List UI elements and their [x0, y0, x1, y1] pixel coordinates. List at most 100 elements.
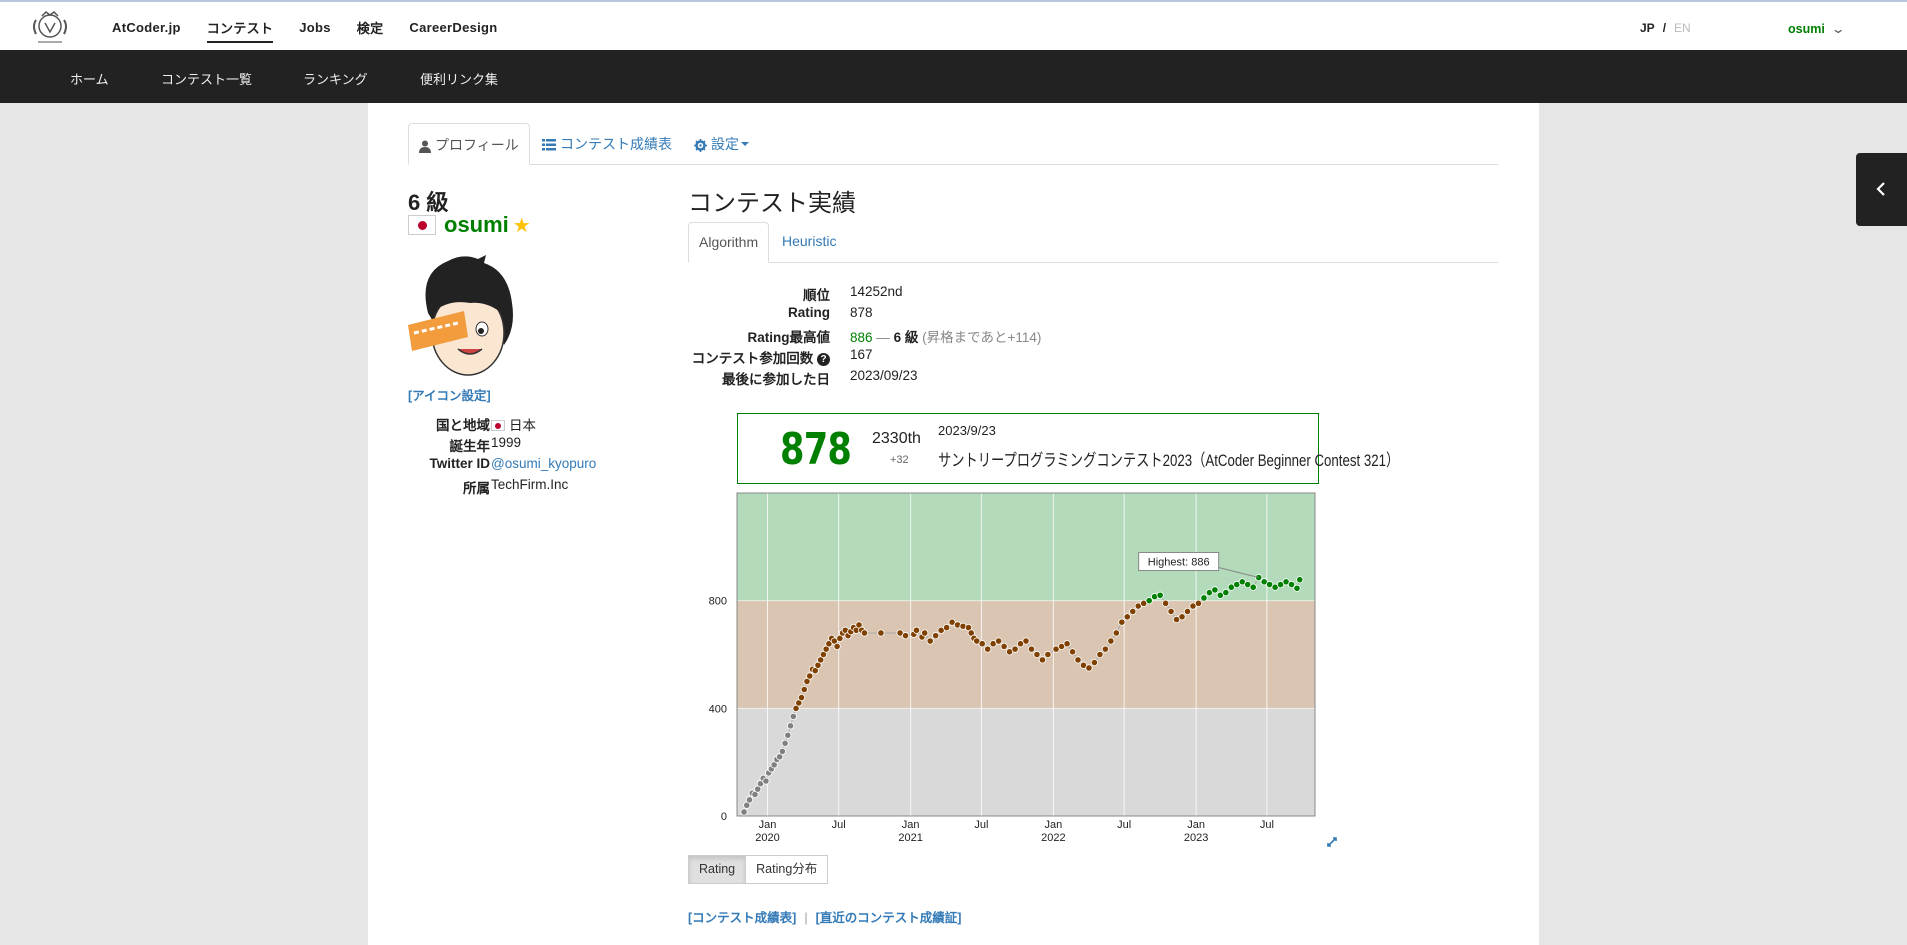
rating-point[interactable]: [1178, 613, 1186, 621]
rating-point[interactable]: [781, 739, 789, 747]
rating-point[interactable]: [1167, 607, 1175, 616]
rating-point[interactable]: [1118, 618, 1126, 626]
x-tick-month: Jul: [974, 819, 988, 831]
rating-point[interactable]: [1129, 607, 1137, 616]
rating-point[interactable]: [1027, 645, 1036, 653]
rating-point[interactable]: [1249, 583, 1257, 591]
username[interactable]: osumi: [444, 212, 509, 238]
rating-point[interactable]: [1000, 642, 1008, 651]
rating-point[interactable]: [1293, 584, 1301, 592]
rating-point[interactable]: [762, 777, 770, 785]
nav-contest[interactable]: コンテスト: [206, 18, 274, 43]
subnav-ranking[interactable]: ランキング: [303, 69, 368, 88]
rating-point[interactable]: [943, 623, 951, 632]
profile-affiliation-label: 所属: [463, 481, 490, 496]
nav-jobs[interactable]: Jobs: [299, 20, 331, 35]
profile-twitter-link[interactable]: @osumi_kyopuro: [491, 456, 596, 471]
subnav-useful-links[interactable]: 便利リンク集: [420, 69, 498, 88]
lang-en[interactable]: EN: [1674, 21, 1691, 35]
rating-point[interactable]: [860, 629, 869, 637]
stats-count-label: コンテスト参加回数: [691, 351, 814, 366]
rating-point[interactable]: [1011, 645, 1019, 653]
rating-point[interactable]: [932, 632, 940, 640]
rating-point[interactable]: [1112, 629, 1120, 637]
rating-point[interactable]: [1145, 597, 1153, 605]
rating-point[interactable]: [797, 693, 806, 702]
rating-point[interactable]: [1022, 637, 1030, 645]
rating-point[interactable]: [786, 722, 795, 730]
rating-point[interactable]: [1063, 640, 1071, 648]
rating-point[interactable]: [1194, 599, 1203, 607]
rating-chart[interactable]: Jan2020Jul Jan2021Jul Jan2022Jul Jan2023Jul…: [688, 490, 1348, 850]
rating-point[interactable]: [1183, 607, 1192, 616]
tab-algorithm[interactable]: Algorithm: [688, 222, 770, 263]
recent-certificate-link[interactable]: [直近のコンテスト成績証]: [816, 911, 962, 925]
rating-point[interactable]: [1085, 664, 1093, 672]
question-circle-icon[interactable]: ?: [817, 353, 830, 366]
rating-point[interactable]: [833, 642, 841, 651]
rating-point[interactable]: [1123, 613, 1131, 621]
rating-point[interactable]: [912, 626, 921, 634]
rating-point[interactable]: [789, 712, 797, 721]
x-tick-year: 2023: [1184, 832, 1208, 844]
tab-profile[interactable]: プロフィール: [408, 123, 530, 165]
icon-setting-link[interactable]: [アイコン設定]: [408, 385, 491, 404]
rating-point[interactable]: [1074, 656, 1082, 664]
rating-point[interactable]: [806, 672, 814, 680]
rating-point[interactable]: [1222, 588, 1230, 597]
chart-rating-button[interactable]: Rating: [688, 855, 747, 884]
tab-heuristic[interactable]: Heuristic: [772, 222, 846, 263]
tab-settings[interactable]: 設定: [684, 123, 760, 165]
rating-point[interactable]: [1090, 658, 1099, 667]
star-icon: ★: [512, 214, 531, 237]
rating-point[interactable]: [984, 645, 992, 653]
x-tick-month: Jan: [1187, 819, 1205, 831]
rating-point[interactable]: [740, 808, 748, 816]
rating-point[interactable]: [784, 731, 792, 739]
latest-rating: 878: [780, 424, 852, 475]
rating-point[interactable]: [1038, 656, 1047, 664]
rating-point[interactable]: [800, 685, 808, 694]
japan-flag-icon: [491, 420, 505, 431]
rating-point[interactable]: [1211, 586, 1219, 594]
profile-country-value: 日本: [491, 414, 536, 434]
nav-careerdesign[interactable]: CareerDesign: [409, 20, 497, 35]
footer-links: [コンテスト成績表] | [直近のコンテスト成績証]: [688, 907, 961, 926]
rating-point[interactable]: [1296, 576, 1304, 584]
lang-jp[interactable]: JP: [1640, 21, 1655, 35]
tab-contest-history[interactable]: コンテスト成績表: [532, 123, 682, 165]
top-nav: AtCoder.jp コンテスト Jobs 検定 CareerDesign: [112, 2, 524, 52]
atcoder-logo[interactable]: [28, 8, 72, 48]
rating-point[interactable]: [1162, 599, 1170, 607]
stats-rank-value: 14252nd: [850, 284, 903, 299]
side-panel-toggle[interactable]: [1856, 153, 1907, 226]
rating-point[interactable]: [1068, 648, 1077, 656]
chart-distribution-button[interactable]: Rating分布: [746, 855, 829, 884]
rating-point[interactable]: [778, 747, 786, 755]
rating-point[interactable]: [995, 637, 1003, 645]
contest-history-link[interactable]: [コンテスト成績表]: [688, 911, 796, 925]
subnav-home[interactable]: ホーム: [70, 69, 109, 88]
rating-point[interactable]: [901, 632, 910, 640]
subnav-contest-list[interactable]: コンテスト一覧: [161, 69, 252, 88]
rating-point[interactable]: [921, 629, 929, 637]
stats-max-value: 886: [850, 330, 873, 345]
user-menu[interactable]: osumi ⌄: [1788, 21, 1845, 36]
rating-point[interactable]: [1044, 650, 1052, 659]
stats-last-label: 最後に参加した日: [722, 372, 830, 387]
rating-point[interactable]: [877, 629, 885, 637]
rating-point[interactable]: [978, 640, 986, 648]
rating-point[interactable]: [1033, 650, 1041, 659]
expand-icon[interactable]: [1327, 837, 1337, 847]
rating-point[interactable]: [926, 637, 934, 645]
rating-point[interactable]: [1156, 591, 1164, 599]
x-tick-month: Jul: [832, 819, 846, 831]
nav-atcoder-jp[interactable]: AtCoder.jp: [112, 20, 181, 35]
rating-point[interactable]: [1107, 637, 1115, 645]
rating-point[interactable]: [745, 796, 754, 804]
nav-kentei[interactable]: 検定: [357, 18, 384, 37]
rating-point[interactable]: [1101, 645, 1109, 653]
rating-point[interactable]: [1200, 594, 1208, 602]
rating-point[interactable]: [1096, 650, 1104, 659]
list-icon: [542, 139, 556, 151]
